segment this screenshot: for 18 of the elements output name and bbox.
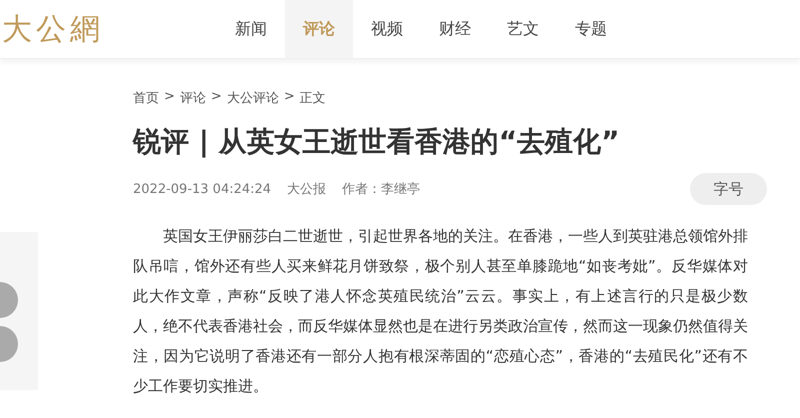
nav-tab[interactable]: 视频	[353, 0, 421, 58]
breadcrumb-separator: >	[164, 89, 175, 106]
article-author: 作者：李继亭	[342, 181, 420, 198]
breadcrumb-link[interactable]: 首页	[133, 89, 159, 107]
font-size-button[interactable]: 字号	[690, 173, 767, 205]
article-source: 大公报	[287, 181, 326, 198]
publish-date: 2022-09-13 04:24:24	[133, 182, 272, 196]
article-paragraph: 英国女王伊丽莎白二世逝世，引起世界各地的关注。在香港，一些人到英驻港总领馆外排队吊唁，馆外还有些人买来鲜花月饼致祭，极个别人甚至单膝跪地“如丧考妣”。反华媒体对此大作文章，声称“反映了港人怀念英殖民统治”云云。事实上，有上述言行的只是极少数人，绝不代表香港社会，而反华媒体显然也是在进行另类政治宣传，然而这一现象仍然值得关注，因为它说明了香港还有一部分人抱有根深蒂固的“恋殖心态”，香港的“去殖民化”还有不少工作要切实推进。	[133, 226, 748, 397]
breadcrumb-separator: >	[284, 89, 295, 106]
nav-tab[interactable]: 新闻	[217, 0, 285, 58]
breadcrumb-separator: >	[210, 89, 222, 106]
nav-tab[interactable]: 专题	[557, 0, 625, 58]
nav-tab[interactable]: 艺文	[489, 0, 557, 58]
breadcrumb-link[interactable]: 评论	[180, 89, 206, 107]
breadcrumb-link[interactable]: 正文	[300, 89, 326, 107]
article-title: 锐评 | 从英女王逝世看香港的“去殖化”	[133, 124, 621, 160]
nav-tab[interactable]: 财经	[421, 0, 489, 58]
breadcrumb-link[interactable]: 大公评论	[226, 89, 279, 107]
